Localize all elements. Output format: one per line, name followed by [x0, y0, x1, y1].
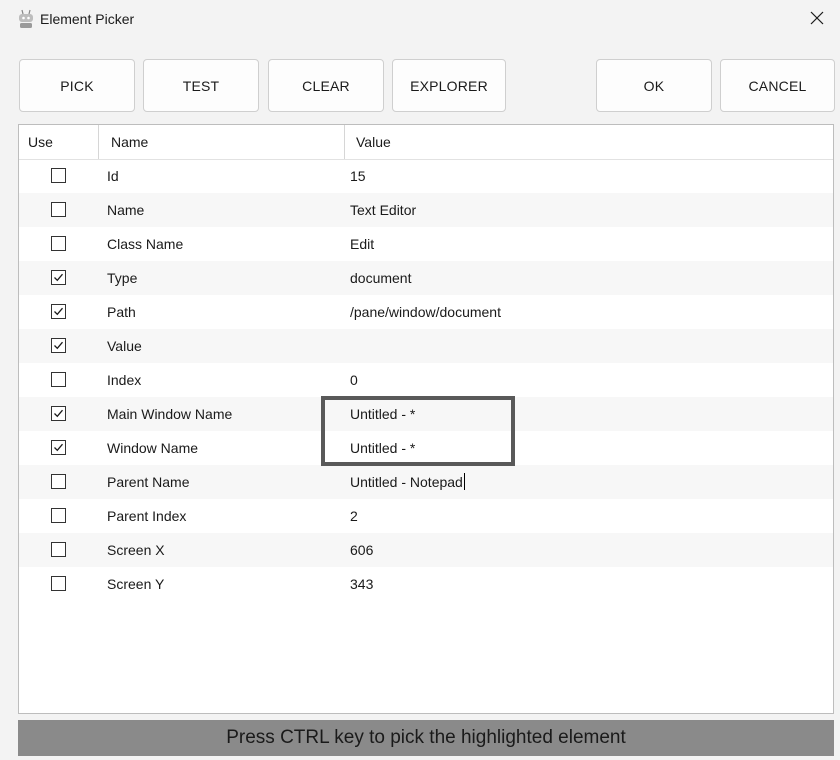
table-row[interactable]: Value: [19, 329, 833, 363]
test-button[interactable]: TEST: [143, 59, 259, 112]
use-checkbox[interactable]: [51, 576, 66, 591]
property-value[interactable]: 0: [350, 363, 358, 397]
clear-button[interactable]: CLEAR: [268, 59, 384, 112]
column-divider: [833, 125, 834, 159]
ok-button[interactable]: OK: [596, 59, 712, 112]
use-checkbox-checked[interactable]: [51, 270, 66, 285]
pick-button[interactable]: PICK: [19, 59, 135, 112]
property-value[interactable]: Text Editor: [350, 193, 416, 227]
table-row[interactable]: Path/pane/window/document: [19, 295, 833, 329]
property-value[interactable]: 15: [350, 159, 366, 193]
table-row[interactable]: Parent Index 2: [19, 499, 833, 533]
table-row[interactable]: Name Text Editor: [19, 193, 833, 227]
property-value[interactable]: Untitled - *: [350, 431, 415, 465]
property-value[interactable]: Edit: [350, 227, 374, 261]
window-title: Element Picker: [40, 11, 135, 27]
table-row[interactable]: Parent Name Untitled - Notepad: [19, 465, 833, 499]
property-value[interactable]: 2: [350, 499, 358, 533]
use-checkbox[interactable]: [51, 168, 66, 183]
close-button[interactable]: [794, 0, 840, 40]
property-name: Window Name: [107, 440, 199, 456]
property-value-text: Untitled - Notepad: [350, 474, 463, 490]
property-name: Id: [107, 168, 119, 184]
property-value-text: Text Editor: [350, 202, 417, 218]
use-checkbox[interactable]: [51, 372, 66, 387]
table-row[interactable]: Index 0: [19, 363, 833, 397]
use-checkbox-checked[interactable]: [51, 338, 66, 353]
table-row[interactable]: Window Name Untitled - *: [19, 431, 833, 465]
property-value[interactable]: Untitled - Notepad: [350, 465, 465, 499]
status-bar: Press CTRL key to pick the highlighted e…: [18, 720, 834, 756]
property-value-text: Untitled - *: [350, 440, 416, 456]
property-value-text: 2: [350, 508, 358, 524]
use-checkbox[interactable]: [51, 508, 66, 523]
property-value[interactable]: document: [350, 261, 411, 295]
use-checkbox[interactable]: [51, 202, 66, 217]
property-value[interactable]: /pane/window/document: [350, 295, 501, 329]
property-name: Type: [107, 270, 138, 286]
use-checkbox[interactable]: [51, 474, 66, 489]
use-checkbox-checked[interactable]: [51, 406, 66, 421]
robot-icon: [17, 9, 35, 29]
table-row[interactable]: Type document: [19, 261, 833, 295]
property-name: Main Window Name: [107, 406, 233, 422]
property-name: Value: [107, 338, 142, 354]
property-name: Screen X: [107, 542, 165, 558]
property-value-text: 15: [350, 168, 366, 184]
table-row[interactable]: Screen Y 343: [19, 567, 833, 601]
table-row[interactable]: Main Window Name Untitled - *: [19, 397, 833, 431]
column-header-value[interactable]: Value: [356, 125, 391, 159]
title-bar: Element Picker: [0, 0, 840, 40]
table-row[interactable]: Screen X 606: [19, 533, 833, 567]
property-name: Class Name: [107, 236, 184, 252]
table-row[interactable]: Class Name Edit: [19, 227, 833, 261]
property-value[interactable]: 343: [350, 567, 373, 601]
column-divider[interactable]: [98, 125, 99, 159]
property-name: Index: [107, 372, 142, 388]
grid-header: Use Name Value: [19, 125, 833, 160]
property-value-text: 343: [350, 576, 374, 592]
use-checkbox[interactable]: [51, 542, 66, 557]
property-name: Screen Y: [107, 576, 165, 592]
use-checkbox-checked[interactable]: [51, 304, 66, 319]
use-checkbox-checked[interactable]: [51, 440, 66, 455]
property-value[interactable]: Untitled - *: [350, 397, 415, 431]
close-icon: [810, 11, 824, 30]
properties-grid[interactable]: Use Name Value Id 15 Name Text Editor Class …: [18, 124, 834, 714]
property-value-text: /pane/window/document: [350, 304, 501, 320]
column-divider[interactable]: [344, 125, 345, 159]
property-value[interactable]: 606: [350, 533, 373, 567]
property-value-text: 0: [350, 372, 358, 388]
property-value-text: Untitled - *: [350, 406, 416, 422]
text-caret: [463, 473, 465, 490]
property-value-text: 606: [350, 542, 374, 558]
property-name: Path: [107, 304, 136, 320]
column-header-use[interactable]: Use: [28, 125, 53, 159]
status-text: Press CTRL key to pick the highlighted e…: [226, 727, 626, 748]
property-value-text: Edit: [350, 236, 375, 252]
property-name: Parent Name: [107, 474, 190, 490]
column-header-name[interactable]: Name: [111, 125, 148, 159]
property-value-text: document: [350, 270, 412, 286]
table-row[interactable]: Id 15: [19, 159, 833, 193]
explorer-button[interactable]: EXPLORER: [392, 59, 506, 112]
use-checkbox[interactable]: [51, 236, 66, 251]
property-name: Parent Index: [107, 508, 187, 524]
cancel-button[interactable]: CANCEL: [720, 59, 835, 112]
property-name: Name: [107, 202, 145, 218]
